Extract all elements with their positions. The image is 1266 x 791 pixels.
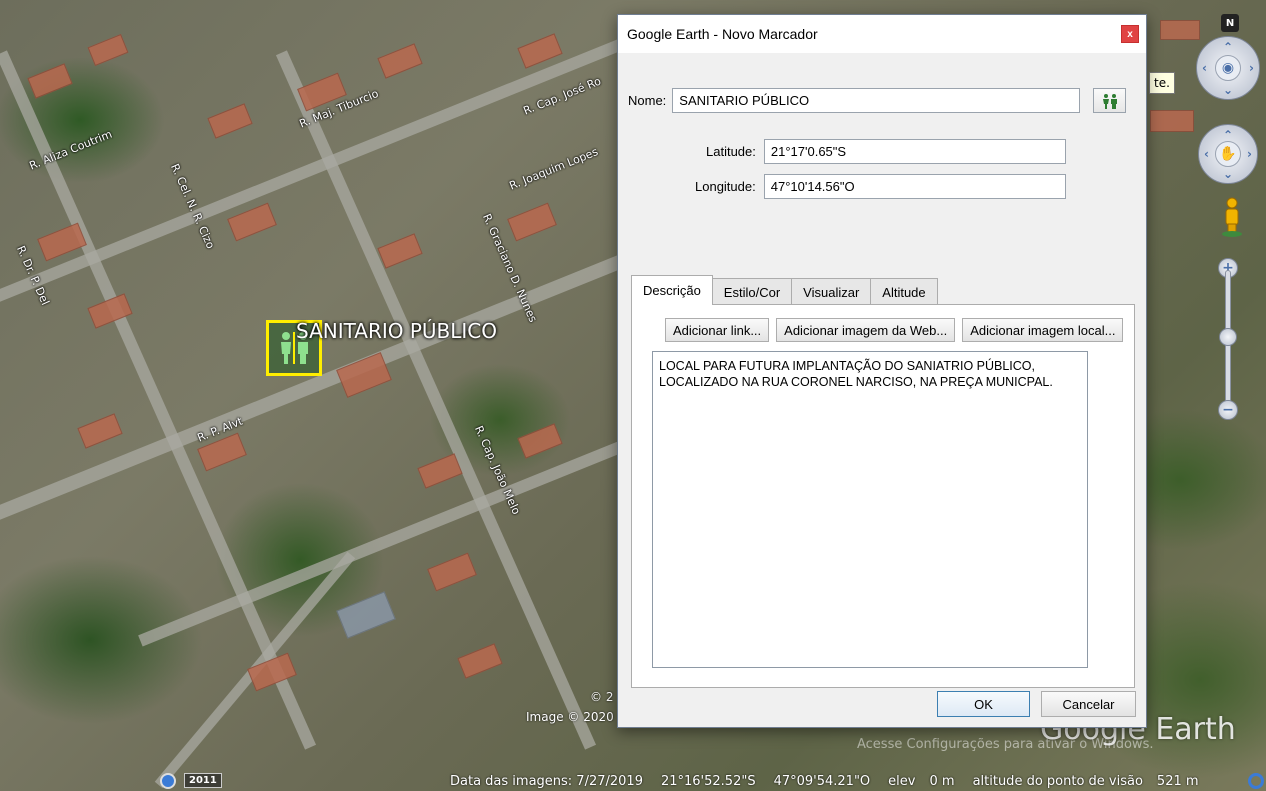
tooltip: te.	[1149, 72, 1175, 94]
hand-icon[interactable]: ✋	[1215, 141, 1241, 167]
map-building	[336, 591, 396, 639]
description-line: LOCAL PARA FUTURA IMPLANTAÇÃO DO SANIATR…	[659, 359, 1036, 373]
map-building	[87, 33, 129, 67]
chevron-up-icon[interactable]: ⌃	[1223, 40, 1233, 54]
chevron-right-icon[interactable]: ›	[1247, 147, 1252, 161]
north-indicator[interactable]: N	[1221, 14, 1239, 32]
status-bar: Data das imagens: 7/27/2019 21°16'52.52"…	[0, 771, 1266, 791]
close-button[interactable]: x	[1121, 25, 1139, 43]
longitude-field[interactable]: 47°10'14.56"O	[763, 174, 1066, 199]
add-web-image-button[interactable]: Adicionar imagem da Web...	[776, 318, 956, 342]
map-building	[77, 413, 123, 449]
map-building	[227, 202, 277, 242]
streaming-status-icon	[1248, 773, 1264, 789]
name-field[interactable]: SANITARIO PÚBLICO	[672, 88, 1081, 113]
map-building	[427, 552, 477, 592]
map-building	[1150, 110, 1194, 132]
add-link-button[interactable]: Adicionar link...	[665, 318, 770, 342]
cursor-latitude: 21°16'52.52"S	[660, 773, 756, 789]
map-building	[377, 43, 423, 79]
street-label: R. Joaquim Lopes	[507, 145, 600, 193]
restroom-icon	[1102, 93, 1117, 109]
imagery-date: Data das imagens: 7/27/2019	[450, 773, 643, 789]
tab-estilo-cor[interactable]: Estilo/Cor	[711, 278, 793, 305]
tab-descricao[interactable]: Descrição	[631, 275, 713, 305]
eye-icon[interactable]: ◉	[1215, 55, 1241, 81]
map-building	[336, 352, 392, 398]
map-building	[207, 103, 253, 139]
description-textarea[interactable]: LOCAL PARA FUTURA IMPLANTAÇÃO DO SANIATR…	[652, 351, 1088, 668]
map-building	[1160, 20, 1200, 40]
map-building	[457, 643, 503, 679]
tab-altitude[interactable]: Altitude	[870, 278, 938, 305]
map-building	[27, 63, 73, 99]
ok-button[interactable]: OK	[937, 691, 1030, 717]
map-building	[377, 233, 423, 269]
look-control[interactable]: ⌃ ‹ › ⌄ ◉	[1196, 36, 1260, 100]
tab-visualizar[interactable]: Visualizar	[791, 278, 872, 305]
elevation-value: 0 m	[929, 773, 955, 789]
zoom-slider-thumb[interactable]	[1219, 328, 1237, 346]
description-line: LOCALIZADO NA RUA CORONEL NARCISO, NA PR…	[659, 375, 1053, 389]
dialog-titlebar[interactable]: Google Earth - Novo Marcador x	[618, 15, 1146, 53]
eye-altitude-label: altitude do ponto de visão	[972, 773, 1143, 789]
longitude-label: Longitude:	[695, 179, 756, 194]
map-building	[417, 453, 463, 489]
add-local-image-button[interactable]: Adicionar imagem local...	[962, 318, 1124, 342]
chevron-down-icon[interactable]: ⌄	[1223, 83, 1233, 97]
chevron-up-icon[interactable]: ⌃	[1223, 128, 1233, 142]
elevation-label: elev	[888, 773, 916, 789]
imagery-copyright: Image © 2020	[526, 710, 614, 724]
move-control[interactable]: ⌃ ‹ › ⌄ ✋	[1198, 124, 1258, 184]
cursor-longitude: 47°09'54.21"O	[773, 773, 871, 789]
imagery-copyright: © 2	[590, 690, 614, 704]
latitude-field[interactable]: 21°17'0.65"S	[763, 139, 1066, 164]
chevron-left-icon[interactable]: ‹	[1204, 147, 1209, 161]
name-label: Nome:	[628, 93, 667, 108]
eye-altitude-value: 521 m	[1156, 773, 1199, 789]
map-building	[517, 423, 563, 459]
map-building	[507, 202, 557, 242]
latitude-label: Latitude:	[706, 144, 756, 159]
new-placemark-dialog: Google Earth - Novo Marcador x Nome: SAN…	[617, 14, 1147, 728]
cancel-button[interactable]: Cancelar	[1041, 691, 1136, 717]
pegman-icon[interactable]	[1218, 196, 1246, 238]
dialog-title: Google Earth - Novo Marcador	[627, 26, 818, 42]
chevron-down-icon[interactable]: ⌄	[1223, 167, 1233, 181]
chevron-left-icon[interactable]: ‹	[1202, 61, 1207, 75]
placemark-tabs: Descrição Estilo/Cor Visualizar Altitude	[631, 275, 938, 305]
zoom-out-button[interactable]: −	[1218, 400, 1238, 420]
chevron-right-icon[interactable]: ›	[1249, 61, 1254, 75]
placemark-label: SANITARIO PÚBLICO	[296, 319, 498, 343]
placemark-icon-button[interactable]	[1093, 88, 1127, 113]
map-road	[275, 50, 597, 750]
